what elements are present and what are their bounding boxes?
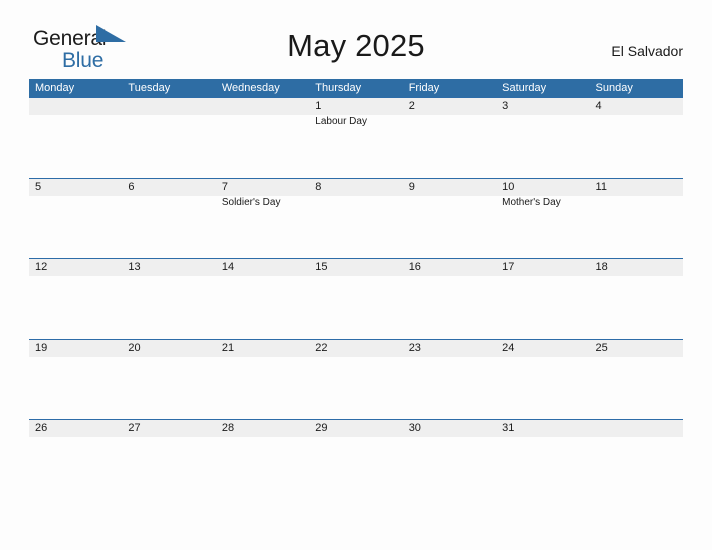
day-number: 30 — [408, 422, 421, 434]
day-cell[interactable]: 13 — [122, 259, 215, 339]
day-cell[interactable] — [590, 420, 683, 500]
day-cell[interactable] — [216, 98, 309, 178]
page-header: General Blue May 2025 El Salvador — [0, 0, 712, 78]
day-cell[interactable]: 1 Labour Day — [309, 98, 402, 178]
day-number: 27 — [128, 422, 141, 434]
day-number: 4 — [595, 100, 602, 112]
day-number: 13 — [128, 261, 141, 273]
day-number: 24 — [502, 341, 515, 354]
day-number: 29 — [315, 422, 328, 434]
day-cell[interactable]: 20 — [122, 340, 215, 420]
day-cell[interactable]: 29 — [309, 420, 402, 500]
day-number — [222, 100, 309, 113]
day-cell[interactable]: 21 — [216, 340, 309, 420]
day-number — [128, 100, 215, 113]
week-row: 26 27 28 29 30 31 — [29, 419, 683, 500]
day-number: 3 — [502, 100, 509, 112]
calendar-grid: Monday Tuesday Wednesday Thursday Friday… — [29, 79, 683, 500]
day-cell[interactable]: 4 — [590, 98, 683, 178]
day-number — [35, 100, 122, 113]
calendar-page: General Blue May 2025 El Salvador Monday… — [0, 0, 712, 550]
day-number: 23 — [408, 341, 421, 354]
day-number: 1 — [315, 100, 322, 112]
day-cell[interactable]: 19 — [29, 340, 122, 420]
day-cell[interactable]: 26 — [29, 420, 122, 500]
day-cell[interactable]: 31 — [496, 420, 589, 500]
day-cell[interactable]: 10 Mother's Day — [496, 179, 589, 259]
day-number: 19 — [35, 341, 48, 354]
weekday-wednesday: Wednesday — [221, 82, 280, 94]
day-cell[interactable]: 16 — [403, 259, 496, 339]
weekday-thursday: Thursday — [315, 82, 362, 94]
day-cell[interactable]: 6 — [122, 179, 215, 259]
weekday-sunday: Sunday — [595, 82, 633, 94]
day-event: Mother's Day — [502, 196, 561, 208]
day-cell[interactable]: 30 — [403, 420, 496, 500]
day-cell[interactable]: 3 — [496, 98, 589, 178]
day-number: 17 — [502, 261, 515, 273]
week-row: 1 Labour Day 2 3 4 — [29, 97, 683, 178]
week-row: 12 13 14 15 16 17 18 — [29, 258, 683, 339]
weekday-header-row: Monday Tuesday Wednesday Thursday Friday… — [29, 79, 683, 97]
weekday-monday: Monday — [35, 82, 75, 94]
day-number: 21 — [221, 341, 235, 354]
day-number: 31 — [502, 422, 515, 434]
day-number — [596, 422, 683, 435]
day-number: 5 — [35, 180, 42, 193]
day-cell[interactable]: 25 — [590, 340, 683, 420]
day-cell[interactable]: 23 — [403, 340, 496, 420]
day-number: 8 — [315, 180, 322, 193]
day-number: 15 — [315, 261, 328, 273]
day-cell[interactable]: 18 — [590, 259, 683, 339]
day-number: 12 — [35, 261, 48, 273]
day-cell[interactable]: 17 — [496, 259, 589, 339]
day-event: Labour Day — [315, 116, 367, 127]
day-cell[interactable]: 9 — [403, 179, 496, 259]
day-cell[interactable]: 2 — [403, 98, 496, 178]
weekday-saturday: Saturday — [502, 82, 547, 94]
weekday-friday: Friday — [408, 82, 440, 94]
day-cell[interactable]: 22 — [309, 340, 402, 420]
day-number: 14 — [221, 261, 235, 273]
day-number: 7 — [221, 180, 228, 193]
day-number: 25 — [595, 341, 608, 354]
country-label: El Salvador — [611, 43, 683, 59]
day-cell[interactable]: 12 — [29, 259, 122, 339]
page-title: May 2025 — [287, 28, 425, 63]
day-number: 11 — [595, 180, 607, 193]
day-cell[interactable]: 24 — [496, 340, 589, 420]
day-number: 16 — [408, 261, 421, 273]
day-cell[interactable]: 7 Soldier's Day — [216, 179, 309, 259]
day-cell[interactable]: 5 — [29, 179, 122, 259]
day-number: 2 — [408, 100, 415, 112]
day-cell[interactable]: 8 — [309, 179, 402, 259]
day-cell[interactable]: 28 — [216, 420, 309, 500]
day-cell[interactable]: 15 — [309, 259, 402, 339]
day-number: 18 — [595, 261, 608, 273]
week-row: 19 20 21 22 23 24 25 — [29, 338, 683, 420]
weekday-tuesday: Tuesday — [128, 82, 171, 94]
day-cell[interactable]: 11 — [590, 179, 683, 259]
day-number: 22 — [315, 341, 328, 354]
day-cell[interactable]: 14 — [216, 259, 309, 339]
day-number: 28 — [221, 422, 235, 434]
week-row: 5 6 7 Soldier's Day 8 9 10 Mother's Day … — [29, 177, 683, 259]
day-event: Soldier's Day — [221, 196, 281, 208]
day-number: 10 — [502, 180, 515, 193]
day-number: 6 — [128, 180, 135, 193]
day-number: 20 — [128, 341, 141, 354]
day-number: 26 — [35, 422, 48, 434]
day-number: 9 — [408, 180, 415, 193]
day-cell[interactable] — [122, 98, 215, 178]
day-cell[interactable] — [29, 98, 122, 178]
day-cell[interactable]: 27 — [122, 420, 215, 500]
